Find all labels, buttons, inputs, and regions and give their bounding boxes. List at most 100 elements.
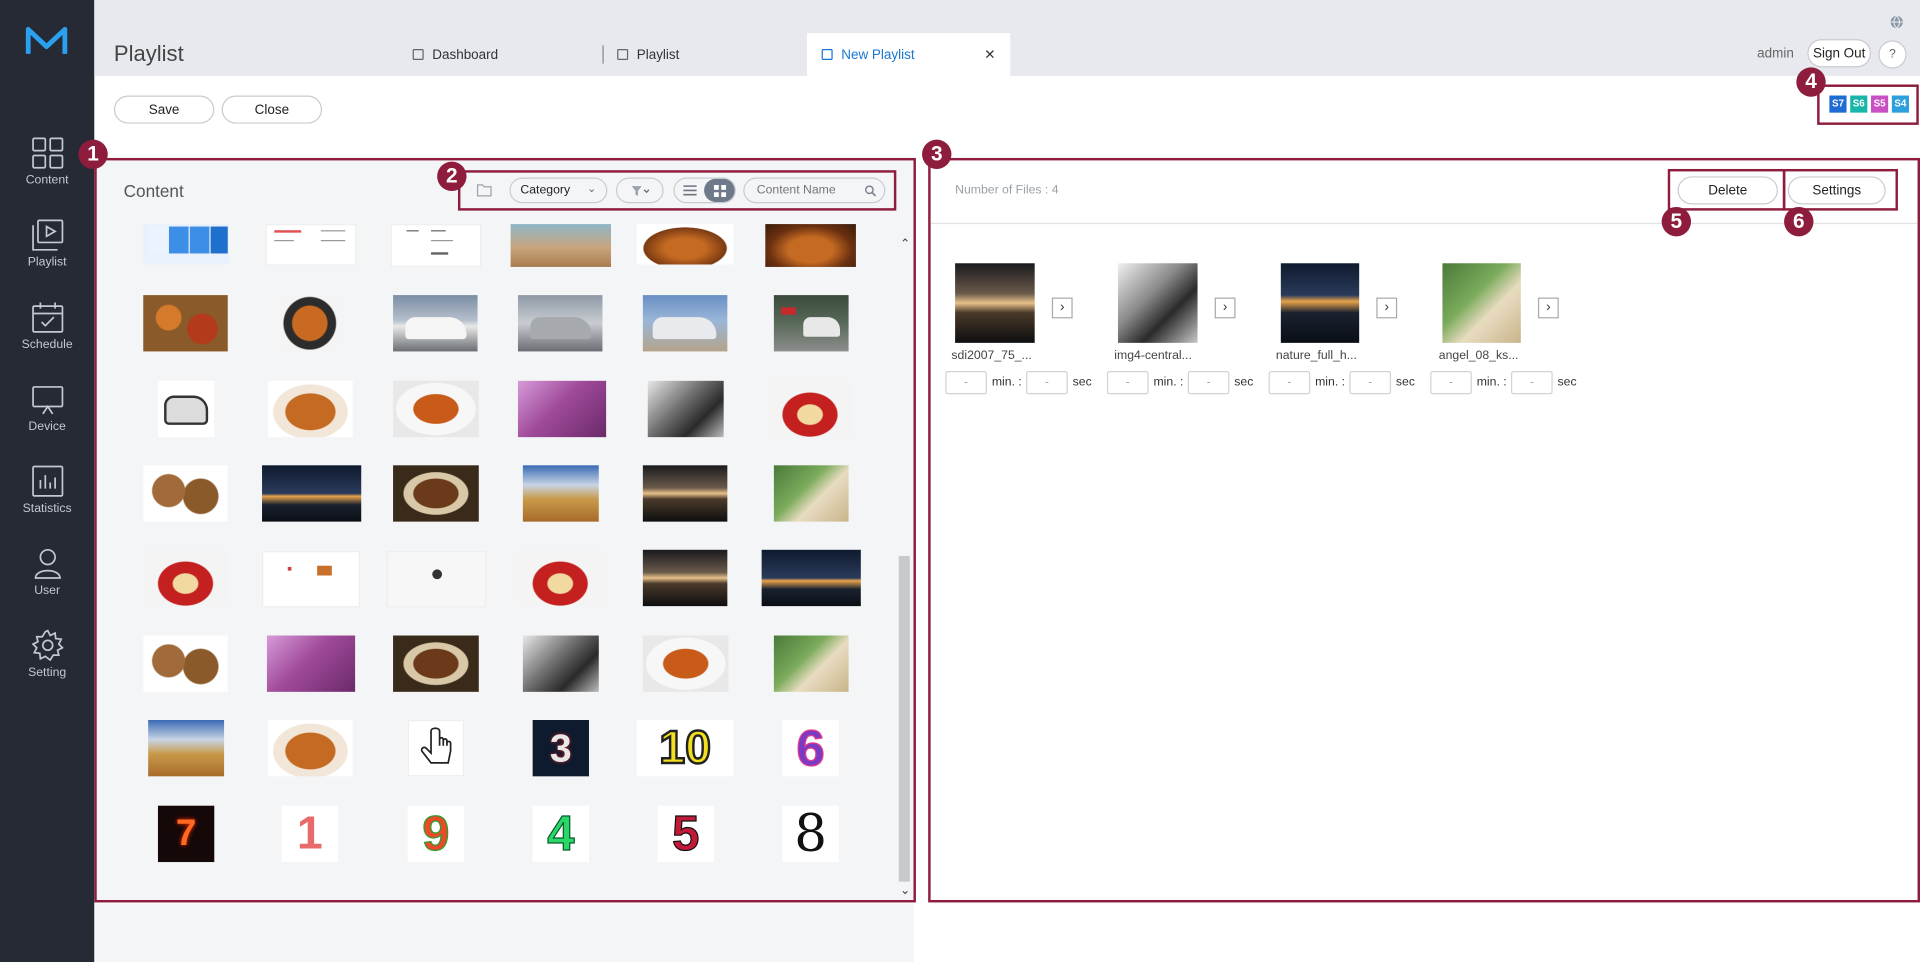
chevron-right-icon[interactable]: ›: [1051, 297, 1073, 319]
globe-icon[interactable]: [1889, 15, 1904, 30]
tab-new-playlist[interactable]: New Playlist ✕: [806, 33, 1011, 76]
scrollbar-thumb[interactable]: [898, 555, 910, 882]
nav-user[interactable]: User: [0, 547, 94, 623]
help-button[interactable]: ?: [1878, 40, 1907, 69]
s5-badge[interactable]: S5: [1871, 95, 1889, 113]
content-thumbnail[interactable]: [262, 465, 362, 522]
scroll-down-icon[interactable]: ⌄: [900, 884, 910, 897]
content-thumbnail[interactable]: [393, 295, 478, 352]
content-thumbnail[interactable]: [767, 380, 853, 438]
duration-min-input[interactable]: -: [1106, 371, 1149, 395]
s4-badge[interactable]: S4: [1891, 95, 1909, 113]
content-thumbnail[interactable]: [268, 380, 353, 438]
content-thumbnail[interactable]: [143, 549, 228, 607]
content-thumbnail-number-8[interactable]: 8: [782, 805, 839, 863]
duration-sec-input[interactable]: -: [1026, 371, 1068, 395]
content-thumbnail-number-6[interactable]: 6: [782, 720, 839, 777]
duration-min-input[interactable]: -: [1430, 371, 1472, 395]
search-icon[interactable]: [864, 185, 877, 197]
duration-sec-input[interactable]: -: [1187, 371, 1230, 395]
content-thumbnail[interactable]: [143, 465, 228, 522]
nav-schedule[interactable]: Schedule: [0, 301, 94, 377]
s7-badge[interactable]: S7: [1829, 95, 1847, 113]
content-thumbnail[interactable]: [773, 295, 849, 352]
folder-icon[interactable]: [476, 182, 493, 197]
content-thumbnail[interactable]: [517, 549, 603, 607]
content-thumbnail[interactable]: [265, 224, 357, 266]
duration-sec-input[interactable]: -: [1511, 371, 1553, 395]
nav-playlist[interactable]: Playlist: [0, 219, 94, 295]
chevron-right-icon[interactable]: ›: [1537, 297, 1559, 319]
content-thumbnail-number-1[interactable]: 1: [281, 805, 338, 863]
content-thumbnail[interactable]: [510, 224, 612, 267]
content-thumbnail[interactable]: [765, 224, 856, 267]
nav-statistics[interactable]: Statistics: [0, 465, 94, 541]
content-thumbnail[interactable]: [642, 295, 728, 352]
content-thumbnail[interactable]: [262, 551, 361, 608]
duration-min-input[interactable]: -: [945, 371, 987, 395]
category-select[interactable]: Category ⌄: [509, 177, 608, 204]
save-button[interactable]: Save: [113, 95, 215, 124]
nav-device[interactable]: Device: [0, 383, 94, 459]
content-thumbnail[interactable]: [773, 465, 849, 522]
sign-out-button[interactable]: Sign Out: [1807, 39, 1872, 68]
content-thumbnail[interactable]: [642, 635, 729, 692]
content-thumbnail[interactable]: [148, 720, 225, 777]
filter-button[interactable]: [615, 177, 664, 204]
content-thumbnail[interactable]: [773, 635, 849, 692]
playlist-item[interactable]: › img4-central... - min. : - sec: [1106, 260, 1266, 397]
content-thumbnail-number-5[interactable]: 5: [657, 805, 714, 863]
content-thumbnail[interactable]: [517, 380, 607, 438]
content-thumbnail[interactable]: [393, 380, 479, 438]
scroll-up-icon[interactable]: ⌃: [900, 238, 910, 251]
content-thumbnail[interactable]: [268, 720, 353, 777]
close-tab-icon[interactable]: ✕: [984, 47, 995, 63]
close-button[interactable]: Close: [221, 95, 323, 124]
duration-min-input[interactable]: -: [1268, 371, 1311, 395]
content-thumbnail[interactable]: [393, 635, 479, 692]
content-thumbnail-number-10[interactable]: 10: [636, 720, 734, 777]
playlist-item[interactable]: › nature_full_h... - min. : - sec: [1268, 260, 1428, 397]
list-view-button[interactable]: [675, 179, 706, 202]
content-search-input[interactable]: [756, 181, 863, 200]
content-thumbnail[interactable]: [647, 380, 724, 438]
chevron-right-icon[interactable]: ›: [1376, 297, 1398, 319]
playlist-item-thumbnail[interactable]: [1442, 263, 1521, 343]
content-thumbnail[interactable]: [143, 224, 229, 265]
content-thumbnail[interactable]: [407, 720, 465, 777]
nav-setting[interactable]: Setting: [0, 629, 94, 705]
content-thumbnail[interactable]: [642, 549, 728, 607]
s6-badge[interactable]: S6: [1850, 95, 1868, 113]
content-thumbnail-number-3[interactable]: 3: [532, 720, 589, 777]
delete-button[interactable]: Delete: [1677, 176, 1778, 205]
content-thumbnail[interactable]: [143, 295, 228, 352]
tab-playlist[interactable]: Playlist: [617, 33, 801, 76]
playlist-item[interactable]: › sdi2007_75_... - min. : - sec: [945, 260, 1104, 397]
content-thumbnail[interactable]: [393, 465, 479, 522]
content-thumbnail[interactable]: [761, 549, 861, 607]
content-thumbnail[interactable]: [386, 551, 487, 608]
settings-button[interactable]: Settings: [1787, 176, 1886, 205]
content-thumbnail[interactable]: [522, 465, 599, 522]
content-scrollbar[interactable]: ⌃ ⌄: [898, 235, 913, 904]
content-thumbnail-number-4[interactable]: 4: [532, 805, 589, 863]
playlist-item[interactable]: › angel_08_ks... - min. : - sec: [1430, 260, 1589, 397]
content-thumbnail-number-9[interactable]: 9: [407, 805, 465, 863]
content-thumbnail[interactable]: [522, 635, 599, 692]
grid-view-button[interactable]: [704, 178, 735, 203]
content-thumbnail[interactable]: [642, 465, 728, 522]
content-thumbnail[interactable]: [636, 224, 734, 265]
chevron-right-icon[interactable]: ›: [1214, 297, 1236, 319]
content-thumbnail[interactable]: [143, 635, 228, 692]
content-thumbnail[interactable]: [517, 295, 603, 352]
playlist-item-thumbnail[interactable]: [955, 263, 1035, 343]
content-thumbnail-number-7[interactable]: 7: [157, 805, 215, 863]
duration-sec-input[interactable]: -: [1349, 371, 1392, 395]
content-thumbnail[interactable]: [390, 224, 482, 267]
playlist-item-thumbnail[interactable]: [1117, 263, 1198, 343]
content-thumbnail[interactable]: [157, 380, 215, 438]
content-thumbnail[interactable]: [266, 635, 356, 692]
tab-dashboard[interactable]: Dashboard: [412, 33, 597, 76]
content-thumbnail[interactable]: [281, 295, 338, 352]
playlist-item-thumbnail[interactable]: [1280, 263, 1360, 343]
